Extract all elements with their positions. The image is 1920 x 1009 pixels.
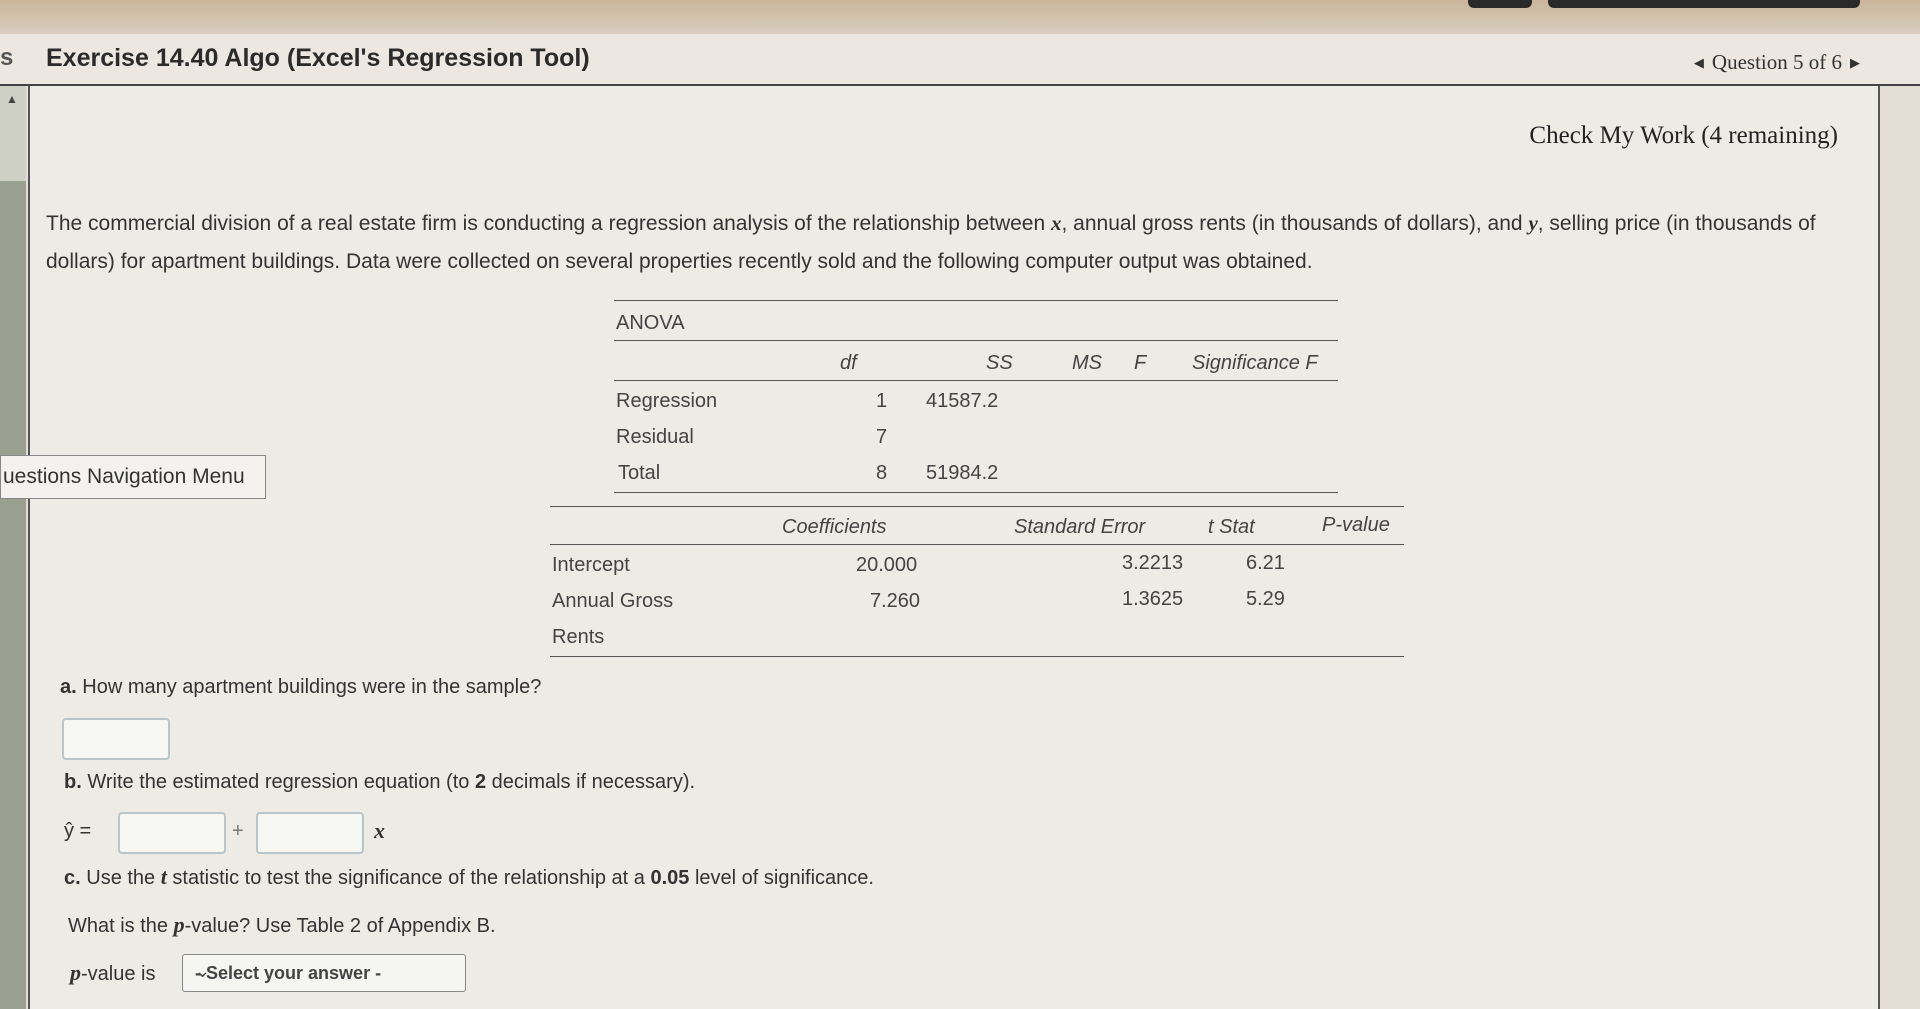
coef-header-pvalue: P-value: [1322, 514, 1390, 536]
intercept-input[interactable]: [118, 812, 226, 854]
top-tab-dark: [1468, 0, 1532, 8]
sample-size-input[interactable]: [62, 718, 170, 760]
pvalue-question: What is the p-value? Use Table 2 of Appe…: [68, 912, 496, 937]
x-variable: x: [374, 818, 385, 843]
coef-row-t: 5.29: [1246, 588, 1285, 610]
coef-row-t: 6.21: [1246, 552, 1285, 574]
coef-row-label: Rents: [552, 626, 605, 648]
coef-row-coef: 20.000: [856, 554, 918, 576]
coef-header-coefficients: Coefficients: [782, 516, 887, 538]
prev-question-icon[interactable]: ◀: [1694, 55, 1704, 71]
var-y: y: [1528, 211, 1538, 235]
slope-input[interactable]: [256, 812, 364, 854]
left-rail: ▲: [0, 86, 26, 1009]
anova-row-label: Regression: [616, 390, 718, 412]
questions-navigation-menu-button[interactable]: uestions Navigation Menu: [0, 455, 266, 499]
anova-row-df: 1: [876, 390, 888, 412]
exercise-title: Exercise 14.40 Algo (Excel's Regression …: [46, 44, 590, 72]
anova-row-label: Total: [618, 462, 661, 484]
coef-row-coef: 7.260: [870, 590, 921, 612]
scroll-up-icon[interactable]: ▲: [6, 92, 18, 106]
plus-sign: +: [232, 820, 244, 842]
question-panel: Check My Work (4 remaining) The commerci…: [28, 86, 1880, 1009]
anova-header-ms: MS: [1072, 352, 1102, 374]
question-navigator: ◀ Question 5 of 6 ▶: [1694, 50, 1860, 75]
coef-header-se: Standard Error: [1014, 516, 1146, 538]
question-c: c. Use the t statistic to test the signi…: [64, 864, 874, 889]
top-band: [0, 0, 1920, 34]
coef-header-tstat: t Stat: [1208, 516, 1255, 538]
var-x: x: [1051, 211, 1062, 235]
next-question-icon[interactable]: ▶: [1850, 55, 1860, 71]
check-my-work-link[interactable]: Check My Work (4 remaining): [1529, 122, 1838, 150]
anova-header-sigf: Significance F: [1192, 352, 1318, 374]
header-fragment: s: [0, 44, 14, 71]
coef-row-se: 1.3625: [1122, 588, 1184, 610]
anova-header-df: df: [840, 352, 857, 374]
exercise-header: s Exercise 14.40 Algo (Excel's Regressio…: [0, 34, 1920, 86]
anova-row-label: Residual: [616, 426, 694, 448]
anova-row-ss: 51984.2: [926, 462, 999, 484]
problem-statement: The commercial division of a real estate…: [46, 211, 1816, 273]
anova-header-ss: SS: [986, 352, 1013, 374]
coef-row-label: Annual Gross: [552, 590, 674, 612]
coef-row-label: Intercept: [552, 554, 630, 576]
pvalue-select[interactable]: - Select your answer - ⌄: [182, 954, 466, 992]
anova-row-df: 7: [876, 426, 888, 448]
anova-row-ss: 41587.2: [926, 390, 999, 412]
pvalue-label: p-value is: [70, 960, 156, 985]
coef-row-se: 3.2213: [1122, 552, 1184, 574]
chevron-down-icon: ⌄: [195, 961, 211, 981]
anova-row-df: 8: [876, 462, 888, 484]
question-a: a. How many apartment buildings were in …: [60, 676, 542, 698]
question-counter: Question 5 of 6: [1711, 50, 1842, 74]
anova-title: ANOVA: [616, 312, 685, 334]
anova-header-f: F: [1134, 352, 1147, 374]
question-b: b. Write the estimated regression equati…: [64, 771, 696, 793]
yhat-label: ŷ =: [64, 820, 92, 842]
top-tab-dark: [1548, 0, 1860, 8]
left-rail-top: ▲: [0, 86, 26, 181]
